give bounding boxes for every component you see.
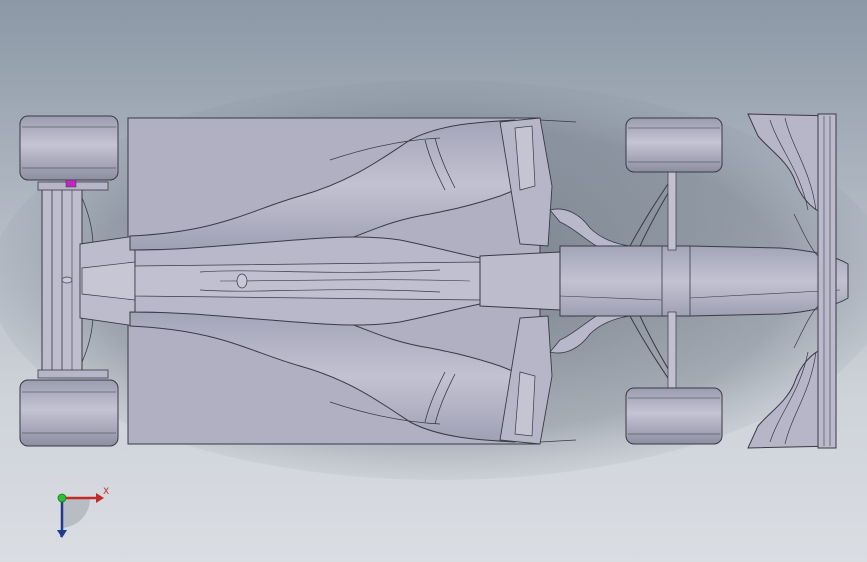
f1-car-model[interactable] [0,0,867,562]
view-orientation-triad[interactable]: X Y [40,478,120,558]
front-left-tyre[interactable] [625,117,723,173]
front-right-tyre[interactable] [625,387,723,445]
wheel-hub-marker [65,179,77,188]
rear-left-tyre[interactable] [19,115,119,181]
gearbox[interactable] [79,235,136,327]
rear-right-tyre[interactable] [19,379,119,447]
graphics-area[interactable]: X Y [0,0,867,562]
monocoque[interactable] [479,245,849,317]
y-axis-label: Y [58,530,64,540]
x-axis-label: X [103,487,110,497]
